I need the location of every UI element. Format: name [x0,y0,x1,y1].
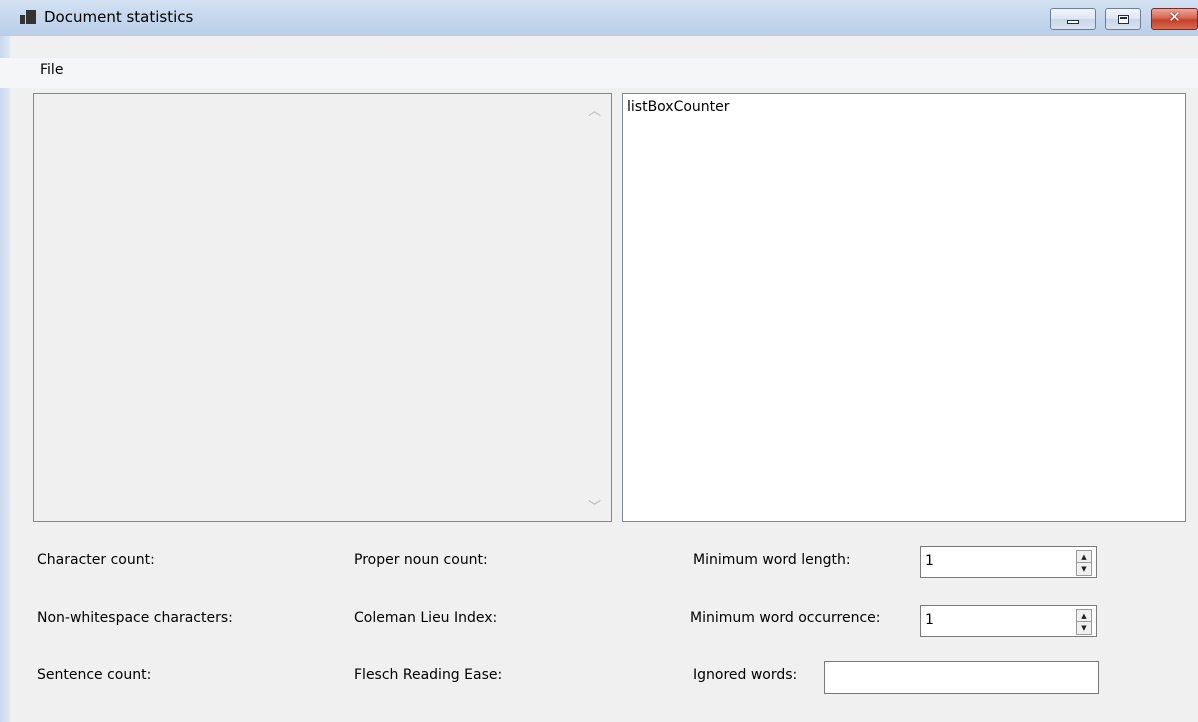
minimize-button[interactable] [1050,8,1096,30]
non-whitespace-label: Non-whitespace characters: [37,610,233,626]
min-word-length-stepper[interactable]: 1 ▲ ▼ [920,546,1097,578]
ignored-words-label: Ignored words: [693,667,798,683]
menu-file[interactable]: File [38,62,65,78]
scroll-up-icon[interactable]: ︿ [588,100,601,119]
minimize-icon [1067,20,1079,24]
proper-noun-count-label: Proper noun count: [354,552,488,568]
title-bar[interactable]: Document statistics ✕ [0,0,1198,36]
document-statistics-window: Document statistics ✕ File ︿ ﹀ listBoxCo… [0,0,1198,722]
window-frame [0,0,10,722]
flesch-reading-ease-label: Flesch Reading Ease: [354,667,503,683]
coleman-liau-label: Coleman Lieu Index: [354,610,498,626]
spin-up-icon[interactable]: ▲ [1077,551,1091,563]
menu-bar: File [0,58,1198,88]
min-word-occurrence-stepper[interactable]: 1 ▲ ▼ [920,605,1097,637]
ignored-words-input[interactable] [824,661,1099,694]
spin-buttons: ▲ ▼ [1076,550,1092,576]
min-word-length-label: Minimum word length: [693,552,851,568]
spin-down-icon[interactable]: ▼ [1077,563,1091,575]
list-box-counter[interactable]: listBoxCounter [622,93,1186,522]
maximize-button[interactable] [1105,8,1141,30]
spin-buttons: ▲ ▼ [1076,609,1092,635]
spin-up-icon[interactable]: ▲ [1077,610,1091,622]
application-icon [20,10,36,24]
list-item[interactable]: listBoxCounter [627,99,730,115]
close-icon: ✕ [1168,8,1181,26]
document-text-area[interactable]: ︿ ﹀ [33,93,612,522]
close-button[interactable]: ✕ [1151,8,1198,30]
min-word-length-value: 1 [925,553,934,569]
sentence-count-label: Sentence count: [37,667,152,683]
min-word-occurrence-label: Minimum word occurrence: [690,610,881,626]
window-title: Document statistics [44,8,194,26]
spin-down-icon[interactable]: ▼ [1077,622,1091,634]
min-word-occurrence-value: 1 [925,612,934,628]
maximize-icon [1118,15,1129,24]
scroll-down-icon[interactable]: ﹀ [588,496,601,515]
character-count-label: Character count: [37,552,155,568]
